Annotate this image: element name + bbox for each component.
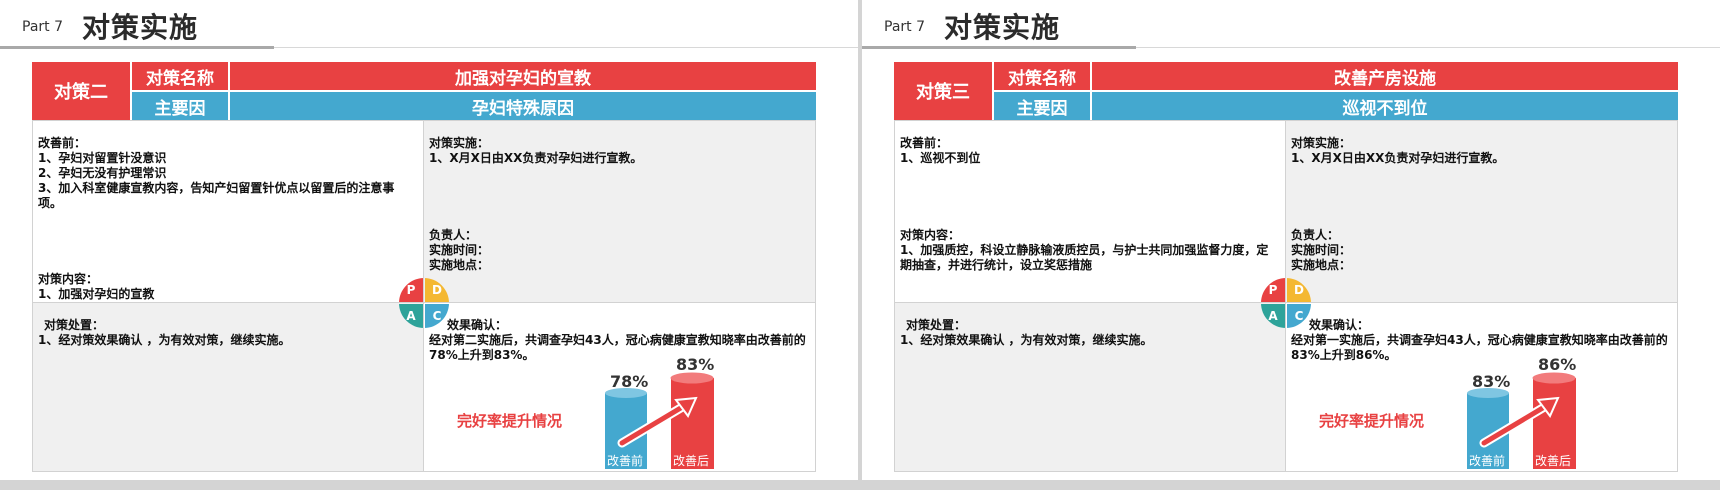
after-bar-label: 改善后 <box>673 454 710 468</box>
slide-strategy-3: Part 7 对策实施 对策三 对策名称 改善产房设施 主要因 巡视不到位 改善… <box>862 0 1720 480</box>
slide-strategy-2: Part 7 对策实施 对策二 对策名称 加强对孕妇的宣教 主要因 孕妇特殊原因… <box>0 0 858 480</box>
before-bar-label: 改善前 <box>607 454 644 468</box>
after-bar-label: 改善后 <box>1535 454 1572 468</box>
before-bar-label: 改善前 <box>1469 454 1506 468</box>
cylinder-chart <box>1467 372 1576 469</box>
cylinder-chart <box>605 372 714 469</box>
